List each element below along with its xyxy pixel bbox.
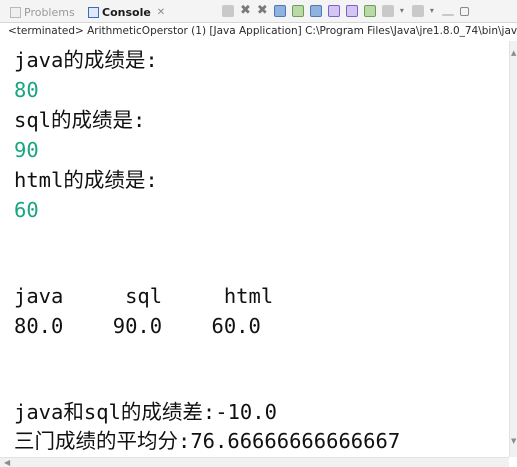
maximize-icon[interactable]	[459, 6, 469, 16]
console-status-line: <terminated> ArithmeticOperstor (1) [Jav…	[0, 23, 517, 40]
console-line: 80.0 90.0 60.0	[14, 314, 261, 338]
tab-console-label: Console	[102, 5, 151, 19]
minimize-icon[interactable]	[441, 14, 454, 16]
tab-problems[interactable]: Problems	[10, 4, 75, 20]
close-icon[interactable]: ✕	[157, 7, 165, 18]
display-console-icon[interactable]	[345, 5, 358, 17]
console-line: 90	[14, 138, 39, 162]
word-wrap-icon[interactable]	[291, 5, 304, 17]
console-toolbar: ✖ ✖ ▾ ▾	[222, 4, 469, 18]
chevron-down-icon[interactable]: ▾	[400, 5, 406, 17]
console-line: 三门成绩的平均分:76.66666666666667	[14, 429, 401, 453]
console-output[interactable]: java的成绩是: 80 sql的成绩是: 90 html的成绩是: 60 ja…	[0, 41, 509, 457]
open-console-icon[interactable]	[363, 5, 376, 17]
console-line: html的成绩是:	[14, 168, 158, 192]
tab-problems-label: Problems	[24, 5, 75, 19]
tab-console[interactable]: Console ✕	[88, 4, 165, 20]
console-line: java和sql的成绩差:-10.0	[14, 400, 277, 424]
new-console-icon[interactable]	[411, 5, 424, 17]
console-icon	[88, 6, 99, 18]
console-line: 80	[14, 78, 39, 102]
console-line: java sql html	[14, 284, 274, 308]
remove-launches-icon[interactable]: ✖	[240, 4, 251, 17]
scroll-lock-icon[interactable]	[273, 5, 286, 17]
scroll-down-icon[interactable]: ▼	[511, 437, 516, 445]
problems-icon	[10, 6, 21, 18]
view-tab-bar: Problems Console ✕ ✖ ✖ ▾ ▾	[0, 0, 517, 23]
pin-console-icon[interactable]	[327, 5, 340, 17]
scroll-left-icon[interactable]: ◀	[4, 458, 10, 467]
show-on-output-icon[interactable]	[309, 5, 322, 17]
console-line: sql的成绩是:	[14, 108, 146, 132]
console-line: 60	[14, 198, 39, 222]
console-line: java的成绩是:	[14, 48, 158, 72]
vertical-scrollbar[interactable]: ▲ ▼	[509, 41, 517, 457]
clear-console-icon[interactable]: ✖	[257, 4, 268, 17]
chevron-down-icon[interactable]: ▾	[430, 5, 436, 17]
horizontal-scrollbar[interactable]: ◀	[0, 457, 509, 467]
display-selected-console-icon[interactable]	[381, 5, 394, 17]
terminate-icon[interactable]	[222, 5, 234, 17]
scroll-up-icon[interactable]: ▲	[511, 49, 516, 57]
